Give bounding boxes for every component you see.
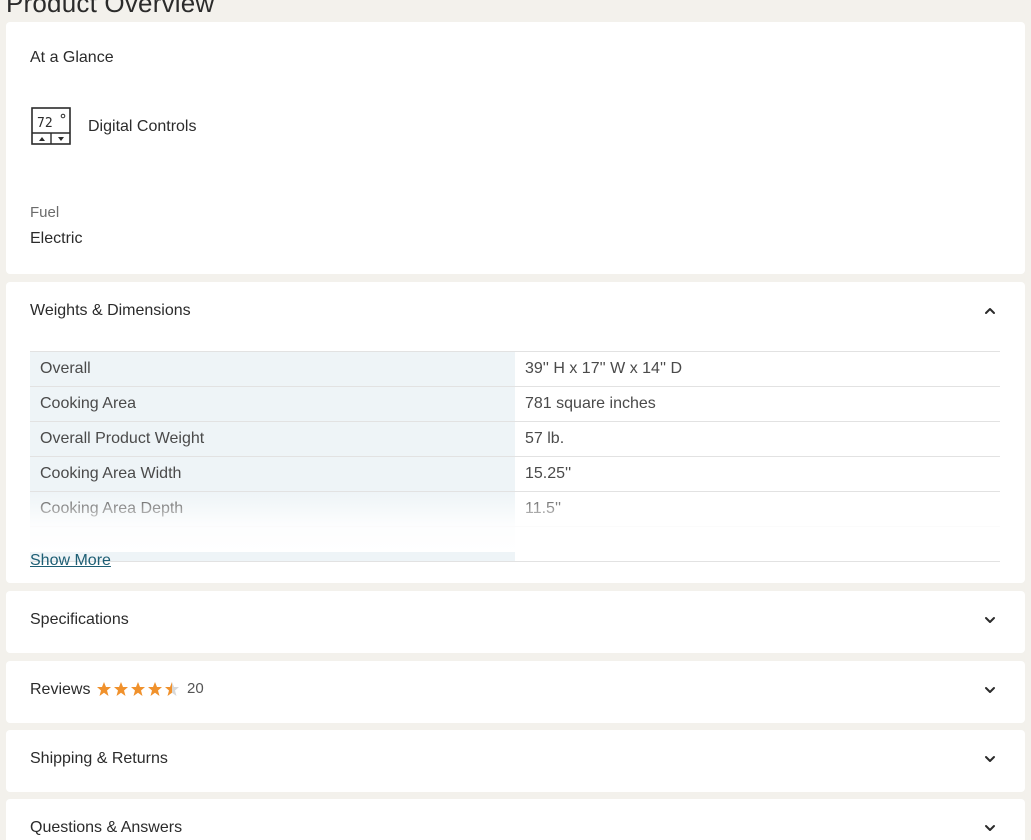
questions-answers-section[interactable]: Questions & Answers — [6, 799, 1025, 840]
svg-text:72: 72 — [37, 116, 53, 131]
row-label: Cooking Area Width — [30, 457, 515, 491]
table-row: Overall Product Weight 57 lb. — [30, 422, 1000, 457]
chevron-down-icon[interactable] — [983, 821, 997, 835]
weights-dimensions-section: Weights & Dimensions Overall 39'' H x 17… — [6, 282, 1025, 583]
half-star-icon — [165, 681, 179, 696]
table-row: Cooking Area Width 15.25'' — [30, 457, 1000, 492]
table-row: Cooking Area 781 square inches — [30, 387, 1000, 422]
reviews-section[interactable]: Reviews 20 — [6, 661, 1025, 723]
show-more-link[interactable]: Show More — [30, 552, 111, 570]
row-value-faded — [515, 527, 1000, 561]
at-a-glance-card: At a Glance 72 Digital Controls Fuel Ele… — [6, 22, 1025, 274]
row-label: Cooking Area — [30, 387, 515, 421]
fuel-value: Electric — [30, 230, 83, 247]
row-value: 39'' H x 17'' W x 14'' D — [525, 360, 683, 377]
table-row-faded — [30, 527, 1000, 562]
questions-answers-title: Questions & Answers — [30, 819, 183, 836]
table-row: Cooking Area Depth 11.5'' — [30, 492, 1000, 527]
shipping-returns-section[interactable]: Shipping & Returns — [6, 730, 1025, 792]
row-value: 11.5'' — [525, 500, 562, 517]
specifications-title: Specifications — [30, 611, 129, 628]
reviews-title: Reviews — [30, 681, 91, 698]
fuel-label: Fuel — [30, 204, 60, 221]
chevron-down-icon[interactable] — [983, 683, 997, 697]
row-value: 15.25'' — [525, 465, 572, 482]
row-label: Cooking Area Depth — [30, 492, 515, 526]
star-icon — [97, 681, 111, 696]
page-title: Product Overview — [6, 0, 215, 18]
row-label: Overall — [30, 352, 515, 386]
row-value: 57 lb. — [525, 430, 565, 447]
dimensions-table: Overall 39'' H x 17'' W x 14'' D Cooking… — [30, 351, 1000, 562]
weights-dimensions-title: Weights & Dimensions — [30, 302, 191, 319]
review-count: 20 — [187, 680, 204, 697]
table-row: Overall 39'' H x 17'' W x 14'' D — [30, 352, 1000, 387]
row-value: 781 square inches — [525, 395, 656, 412]
chevron-up-icon[interactable] — [983, 304, 997, 318]
at-a-glance-title: At a Glance — [30, 49, 114, 66]
star-icon — [131, 681, 145, 696]
star-icon — [114, 681, 128, 696]
digital-thermostat-icon: 72 — [31, 107, 71, 145]
specifications-section[interactable]: Specifications — [6, 591, 1025, 653]
chevron-down-icon[interactable] — [983, 613, 997, 627]
star-rating: 20 — [96, 680, 204, 697]
chevron-down-icon[interactable] — [983, 752, 997, 766]
feature-digital-controls: 72 Digital Controls — [30, 106, 196, 148]
shipping-returns-title: Shipping & Returns — [30, 750, 168, 767]
star-icon — [148, 681, 162, 696]
row-label: Overall Product Weight — [30, 422, 515, 456]
weights-dimensions-header[interactable]: Weights & Dimensions — [6, 282, 1025, 344]
feature-label: Digital Controls — [88, 118, 197, 135]
